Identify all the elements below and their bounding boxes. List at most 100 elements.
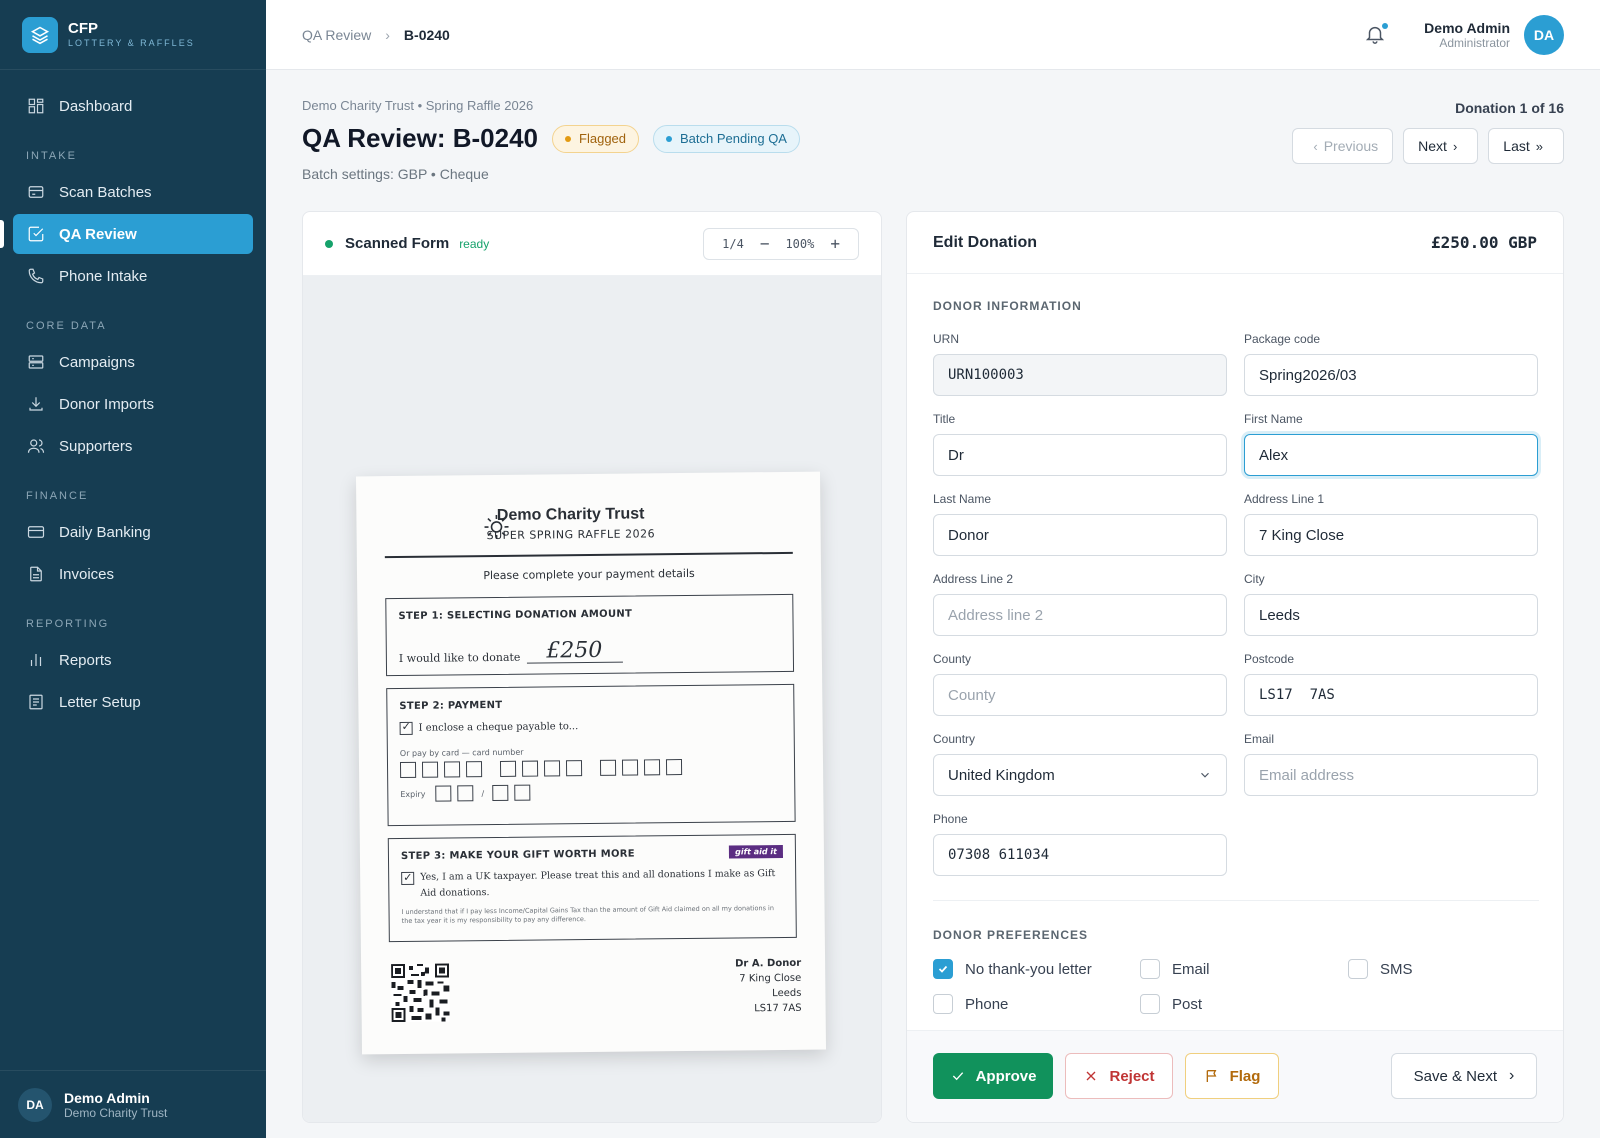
- pref-phone[interactable]: Phone: [933, 994, 1008, 1014]
- breadcrumb-current: B-0240: [403, 26, 450, 43]
- approve-label: Approve: [975, 1067, 1037, 1085]
- title-field: Title: [933, 412, 1227, 476]
- city-input[interactable]: [1244, 594, 1538, 636]
- pref-post[interactable]: Post: [1140, 994, 1202, 1014]
- field-label: Email: [1244, 732, 1275, 746]
- checkbox-ticked-icon: [401, 871, 415, 885]
- address-line-1-field: Address Line 1: [1244, 492, 1538, 556]
- breadcrumb-parent[interactable]: QA Review: [302, 27, 371, 43]
- county-input[interactable]: [933, 674, 1227, 716]
- package-code-input[interactable]: [1244, 354, 1538, 396]
- checkbox-checked[interactable]: [933, 959, 953, 979]
- package-code-field: Package code: [1244, 332, 1538, 396]
- sidebar-item-daily-banking[interactable]: Daily Banking: [13, 512, 253, 552]
- urn-field: URN: [933, 332, 1227, 396]
- topbar: QA Review › B-0240 Demo Admin Administra…: [266, 0, 1600, 70]
- sidebar-item-dashboard[interactable]: Dashboard: [13, 86, 253, 126]
- pref-label: Post: [1172, 995, 1203, 1013]
- country-field: Country United Kingdom: [933, 732, 1227, 796]
- user-menu[interactable]: Demo Admin Administrator: [1424, 20, 1510, 50]
- step-title: STEP 3: MAKE YOUR GIFT WORTH MORE: [400, 848, 635, 862]
- field-label: Postcode: [1244, 652, 1295, 666]
- sidebar-item-invoices[interactable]: Invoices: [13, 554, 253, 594]
- scan-viewer[interactable]: Demo Charity Trust SUPER SPRING RAFFLE 2…: [303, 276, 881, 1122]
- address-line-2-input[interactable]: [933, 594, 1227, 636]
- sidebar-item-label: Scan Batches: [59, 183, 152, 201]
- zoom-in-button[interactable]: +: [830, 234, 840, 253]
- sidebar-item-qa-review[interactable]: QA Review: [0, 214, 253, 254]
- checkbox-ticked-icon: [399, 721, 413, 736]
- check-square-icon: [28, 226, 44, 242]
- city-field: City: [1244, 572, 1538, 636]
- user-role: Administrator: [1439, 35, 1510, 50]
- nav-section-title: FINANCE: [26, 490, 89, 502]
- zoom-out-button[interactable]: −: [760, 234, 770, 253]
- sidebar-user-name: Demo Admin: [64, 1089, 150, 1106]
- page-header: Demo Charity Trust • Spring Raffle 2026 …: [302, 98, 1564, 182]
- users-icon: [27, 439, 45, 453]
- pref-label: Phone: [965, 995, 1009, 1013]
- brand-name: CFP: [68, 19, 98, 37]
- sidebar-item-reports[interactable]: Reports: [13, 640, 253, 680]
- save-next-label: Save & Next: [1413, 1067, 1498, 1085]
- email-input[interactable]: [1244, 754, 1538, 796]
- sidebar-user[interactable]: DA Demo Admin Demo Charity Trust: [0, 1070, 266, 1138]
- sidebar-item-phone-intake[interactable]: Phone Intake: [13, 256, 253, 296]
- address-line-2-field: Address Line 2: [933, 572, 1227, 636]
- flag-button[interactable]: Flag: [1185, 1053, 1279, 1099]
- reject-button[interactable]: Reject: [1065, 1053, 1173, 1099]
- grid-icon: [28, 98, 44, 114]
- reject-label: Reject: [1109, 1067, 1155, 1085]
- first-name-input[interactable]: [1244, 434, 1538, 476]
- chevron-left-icon: ‹: [1313, 138, 1318, 154]
- form-address-postcode: LS17 7AS: [754, 1002, 802, 1015]
- country-select[interactable]: United Kingdom: [933, 754, 1227, 796]
- sidebar-item-donor-imports[interactable]: Donor Imports: [13, 384, 253, 424]
- last-name-input[interactable]: [933, 514, 1227, 556]
- step-title: STEP 1: SELECTING DONATION AMOUNT: [398, 608, 633, 623]
- notifications-button[interactable]: [1364, 22, 1389, 47]
- sidebar-item-label: Donor Imports: [59, 395, 155, 413]
- phone-input[interactable]: [933, 834, 1227, 876]
- chevron-down-icon: [1201, 772, 1209, 778]
- field-label: Address Line 2: [933, 572, 1014, 586]
- pref-sms[interactable]: SMS: [1348, 959, 1413, 979]
- field-label: Phone: [933, 812, 968, 826]
- checkbox[interactable]: [933, 994, 953, 1014]
- sidebar-item-supporters[interactable]: Supporters: [13, 426, 253, 466]
- donate-text: I would like to donate: [398, 650, 521, 666]
- brand[interactable]: CFP LOTTERY & RAFFLES: [0, 0, 266, 70]
- form-step-2: STEP 2: PAYMENT I enclose a cheque payab…: [386, 683, 796, 827]
- scanned-form-panel: Scanned Form ready 1/4 − 100% + Demo Cha…: [302, 211, 882, 1123]
- card-number-boxes: [399, 758, 782, 778]
- status-badge-batch: Batch Pending QA: [653, 124, 800, 153]
- phone-field: Phone: [933, 812, 1227, 876]
- urn-input[interactable]: [933, 354, 1227, 396]
- sidebar-item-letter-setup[interactable]: Letter Setup: [13, 682, 253, 722]
- sidebar-item-campaigns[interactable]: Campaigns: [13, 342, 253, 382]
- save-next-button[interactable]: Save & Next ›: [1391, 1053, 1537, 1099]
- chevron-right-icon: ›: [1509, 1067, 1515, 1084]
- title-input[interactable]: [933, 434, 1227, 476]
- checkbox[interactable]: [1140, 959, 1160, 979]
- approve-button[interactable]: Approve: [933, 1053, 1053, 1099]
- address-line-1-input[interactable]: [1244, 514, 1538, 556]
- page-title: QA Review: B-0240: [302, 123, 539, 153]
- avatar[interactable]: DA: [1524, 14, 1564, 55]
- sidebar-item-label: Phone Intake: [59, 267, 148, 285]
- next-button[interactable]: Next ›: [1403, 128, 1479, 164]
- section-divider: [933, 900, 1539, 901]
- sidebar: CFP LOTTERY & RAFFLES Dashboard INTAKE S…: [0, 0, 266, 1138]
- checkbox[interactable]: [1140, 994, 1160, 1014]
- dot-icon: [565, 135, 572, 142]
- bar-chart-icon: [30, 654, 42, 666]
- postcode-input[interactable]: [1244, 674, 1538, 716]
- last-button[interactable]: Last »: [1488, 128, 1564, 164]
- previous-button[interactable]: ‹ Previous: [1292, 128, 1394, 164]
- gift-aid-logo: gift aid it: [729, 844, 784, 859]
- section-title-donor-preferences: DONOR PREFERENCES: [933, 928, 1089, 942]
- pref-email[interactable]: Email: [1140, 959, 1210, 979]
- pref-no-thankyou-letter[interactable]: No thank-you letter: [933, 959, 1092, 979]
- checkbox[interactable]: [1348, 959, 1368, 979]
- sidebar-item-scan-batches[interactable]: Scan Batches: [13, 172, 253, 212]
